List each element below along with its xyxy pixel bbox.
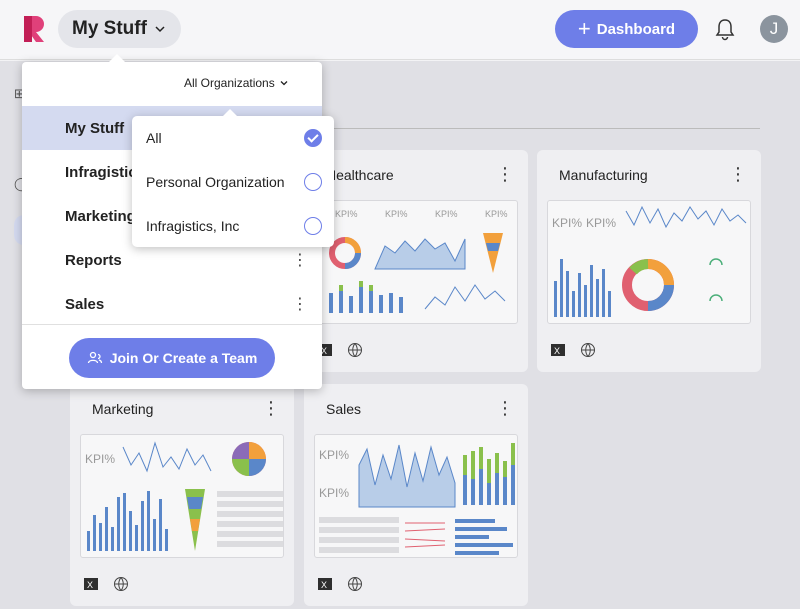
workspace-item-label: Reports <box>65 251 122 269</box>
workspace-item-sales[interactable]: Sales ⋮ <box>22 282 322 326</box>
svg-text:KPI%: KPI% <box>335 209 358 219</box>
workspace-item-label: Sales <box>65 295 105 313</box>
dropdown-caret <box>109 54 125 62</box>
org-filter-label: All Organizations <box>184 76 275 90</box>
excel-icon: X <box>318 578 332 590</box>
user-avatar[interactable]: J <box>760 15 788 43</box>
org-option-label: Personal Organization <box>146 174 285 190</box>
excel-icon: X <box>84 578 98 590</box>
join-or-create-team-button[interactable]: Join Or Create a Team <box>69 338 275 378</box>
more-options-icon[interactable]: ⋮ <box>496 165 514 183</box>
dashboard-card-marketing[interactable]: Marketing ⋮ KPI% X <box>70 384 294 606</box>
more-options-icon[interactable]: ⋮ <box>262 399 280 417</box>
svg-text:KPI%: KPI% <box>435 209 458 219</box>
dashboard-thumbnail: KPI% KPI% <box>314 434 518 558</box>
join-button-label: Join Or Create a Team <box>109 350 258 366</box>
svg-text:KPI%: KPI% <box>385 209 408 219</box>
org-option-personal[interactable]: Personal Organization <box>132 160 334 204</box>
org-option-label: Infragistics, Inc <box>146 218 240 234</box>
radio-unchecked-icon[interactable] <box>304 173 322 191</box>
svg-text:KPI%: KPI% <box>319 486 349 500</box>
web-source-icon <box>348 577 362 591</box>
top-bar: My Stuff + Dashboard J <box>0 0 800 60</box>
radio-checked-icon[interactable] <box>304 129 322 147</box>
workspace-item-label: Marketing <box>65 207 136 225</box>
reveal-logo-icon[interactable] <box>22 14 46 44</box>
dashboard-card-healthcare[interactable]: Healthcare ⋮ KPI% KPI% KPI% KPI% X <box>304 150 528 372</box>
dashboard-thumbnail: KPI% KPI% KPI% KPI% <box>314 200 518 324</box>
chevron-down-icon <box>155 26 165 33</box>
dashboard-card-sales[interactable]: Sales ⋮ KPI% KPI% X <box>304 384 528 606</box>
svg-text:KPI%: KPI% <box>586 216 616 230</box>
organization-popup: All Personal Organization Infragistics, … <box>132 109 334 248</box>
more-options-icon[interactable]: ⋮ <box>292 294 308 314</box>
new-dashboard-button[interactable]: + Dashboard <box>555 10 698 48</box>
popup-caret <box>223 109 237 116</box>
team-icon <box>87 351 102 364</box>
svg-text:X: X <box>321 580 327 590</box>
workspace-selector-button[interactable]: My Stuff <box>58 10 181 48</box>
web-source-icon <box>114 577 128 591</box>
card-title: Manufacturing <box>559 167 648 183</box>
more-options-icon[interactable]: ⋮ <box>729 165 747 183</box>
radio-unchecked-icon[interactable] <box>304 217 322 235</box>
svg-text:X: X <box>554 346 560 356</box>
dashboard-thumbnail: KPI% <box>80 434 284 558</box>
card-title: Healthcare <box>326 167 394 183</box>
svg-text:X: X <box>87 580 93 590</box>
card-title: Marketing <box>92 401 154 417</box>
workspace-item-label: My Stuff <box>65 119 125 137</box>
org-option-infragistics[interactable]: Infragistics, Inc <box>132 204 334 248</box>
org-option-label: All <box>146 130 162 146</box>
web-source-icon <box>348 343 362 357</box>
org-option-all[interactable]: All <box>132 116 334 160</box>
chevron-down-icon <box>280 81 288 86</box>
excel-icon: X <box>551 344 565 356</box>
plus-icon: + <box>577 16 591 41</box>
more-options-icon[interactable]: ⋮ <box>496 399 514 417</box>
svg-text:KPI%: KPI% <box>552 216 582 230</box>
dashboard-card-manufacturing[interactable]: Manufacturing ⋮ KPI% KPI% X <box>537 150 761 372</box>
dashboard-button-label: Dashboard <box>596 20 676 38</box>
divider <box>22 324 322 325</box>
svg-text:KPI%: KPI% <box>485 209 508 219</box>
web-source-icon <box>581 343 595 357</box>
card-title: Sales <box>326 401 362 417</box>
organization-filter-select[interactable]: All Organizations <box>184 76 289 90</box>
dashboard-thumbnail: KPI% KPI% <box>547 200 751 324</box>
more-options-icon[interactable]: ⋮ <box>292 250 308 270</box>
workspace-label: My Stuff <box>72 18 147 39</box>
svg-text:KPI%: KPI% <box>319 448 349 462</box>
notifications-bell-icon[interactable] <box>712 16 738 42</box>
divider <box>320 128 760 129</box>
svg-text:KPI%: KPI% <box>85 452 115 466</box>
